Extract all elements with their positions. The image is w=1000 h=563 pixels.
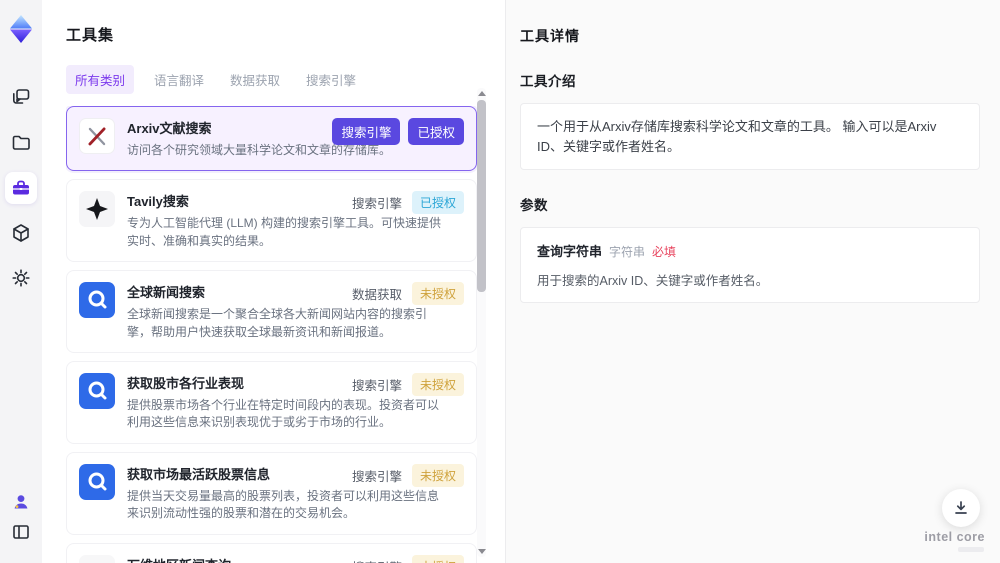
- category-tag: 搜索引擎: [332, 118, 401, 145]
- auth-status-badge: 未授权: [411, 554, 464, 563]
- intro-text: 一个用于从Arxiv存储库搜索科学论文和文章的工具。 输入可以是Arxiv ID…: [537, 119, 937, 154]
- sidebar-item-collapse[interactable]: [5, 516, 37, 548]
- tool-description: 提供股票市场各个行业在特定时间段内的表现。投资者可以利用这些信息来识别表现优于或…: [127, 397, 440, 430]
- detail-title: 工具详情: [520, 28, 580, 44]
- auth-status-badge: 未授权: [411, 463, 464, 487]
- arxiv-icon: [79, 118, 115, 154]
- tool-card-3[interactable]: 获取股市各行业表现 提供股票市场各个行业在特定时间段内的表现。投资者可以利用这些信…: [66, 360, 477, 444]
- param-desc: 用于搜索的Arxiv ID、关键字或作者姓名。: [537, 274, 769, 288]
- tool-tags: 搜索引擎 已授权: [332, 118, 464, 145]
- tool-tags: 搜索引擎未授权: [351, 463, 464, 487]
- sidebar-item-plugins[interactable]: [5, 217, 37, 249]
- auth-status-badge: 已授权: [408, 118, 464, 145]
- param-header: 查询字符串 字符串 必填: [537, 241, 963, 260]
- app-window: 工具集 所有类别 语言翻译 数据获取 搜索引擎 Arxiv文献搜索 访问各个研究领域大量…: [0, 0, 1000, 563]
- sidebar-item-user[interactable]: [5, 486, 37, 518]
- search-globe-icon: [79, 463, 115, 500]
- download-button[interactable]: [942, 489, 980, 527]
- tool-card-1[interactable]: Tavily搜索 专为人工智能代理 (LLM) 构建的搜索引擎工具。可快速提供实时…: [66, 179, 477, 263]
- category-tag: 搜索引擎: [351, 469, 402, 484]
- list-scrollbar[interactable]: [477, 88, 486, 557]
- app-logo: [8, 14, 34, 44]
- param-required-flag: 必填: [652, 245, 677, 259]
- panel-layout-icon: [13, 525, 29, 539]
- cube-icon: [13, 224, 29, 242]
- toolbox-icon: [13, 180, 29, 195]
- tab-1[interactable]: 语言翻译: [154, 70, 204, 89]
- gear-icon: [12, 269, 30, 287]
- page-title: 工具集: [66, 27, 115, 44]
- tool-tags: 搜索引擎 已授权: [351, 191, 464, 215]
- tool-card-2[interactable]: 全球新闻搜索 全球新闻搜索是一个聚合全球各大新闻网站内容的搜索引擎，帮助用户快速获…: [66, 270, 477, 353]
- sidebar-item-chat[interactable]: [5, 81, 37, 113]
- detail-panel: 工具详情 工具介绍 一个用于从Arxiv存储库搜索科学论文和文章的工具。 输入可…: [506, 0, 1000, 563]
- tools-panel: 工具集 所有类别 语言翻译 数据获取 搜索引擎 Arxiv文献搜索 访问各个研究领域大量…: [42, 0, 506, 563]
- auth-status-badge: 已授权: [411, 191, 464, 215]
- tool-card-0[interactable]: Arxiv文献搜索 访问各个研究领域大量科学论文和文章的存储库。 搜索引擎 已授权: [66, 106, 477, 172]
- auth-status-badge: 未授权: [411, 372, 464, 396]
- tab-2[interactable]: 数据获取: [230, 70, 280, 89]
- intel-core-logo: intel core: [924, 530, 985, 544]
- tool-card-5[interactable]: 万维地区新闻查询查询具体行政区划内的新闻，快速了解各地新闻动搜索引擎未授权: [66, 542, 477, 563]
- sidebar-item-tools[interactable]: [5, 172, 37, 204]
- sidebar-item-files[interactable]: [5, 127, 37, 159]
- category-tabs: 所有类别 语言翻译 数据获取 搜索引擎: [66, 65, 505, 94]
- tool-tags: 搜索引擎未授权: [351, 372, 464, 396]
- search-globe-icon: [79, 282, 115, 319]
- sidebar: [0, 0, 42, 563]
- download-icon: [955, 501, 967, 514]
- tool-description: 专为人工智能代理 (LLM) 构建的搜索引擎工具。可快速提供实时、准确和真实的结…: [127, 216, 442, 248]
- tool-description: 全球新闻搜索是一个聚合全球各大新闻网站内容的搜索引擎，帮助用户快速获取全球最新资…: [127, 307, 428, 339]
- intel-core-sub-mark: [958, 547, 984, 552]
- category-tag: 搜索引擎: [351, 378, 402, 393]
- category-tag: 数据获取: [351, 288, 402, 303]
- category-tag: 搜索引擎: [351, 197, 402, 212]
- param-type: 字符串: [609, 245, 646, 259]
- tool-tags: 搜索引擎 未授权: [352, 554, 464, 563]
- scroll-up-arrow-icon[interactable]: [478, 91, 486, 96]
- scrollbar-thumb[interactable]: [477, 100, 486, 292]
- tavily-icon: [79, 191, 115, 228]
- params-heading: 参数: [520, 198, 548, 213]
- tool-description: 提供当天交易量最高的股票列表，投资者可以利用这些信息来识别流动性强的股票和潜在的…: [127, 488, 440, 521]
- param-box: 查询字符串 字符串 必填 用于搜索的Arxiv ID、关键字或作者姓名。: [520, 227, 980, 303]
- search-globe-icon: [79, 372, 115, 409]
- folder-icon: [12, 135, 30, 150]
- tab-3[interactable]: 搜索引擎: [306, 70, 356, 89]
- tab-0[interactable]: 所有类别: [66, 65, 135, 94]
- scroll-down-arrow-icon[interactable]: [478, 549, 486, 554]
- tool-list: Arxiv文献搜索 访问各个研究领域大量科学论文和文章的存储库。 搜索引擎 已授权 Ta…: [66, 106, 477, 563]
- user-avatar-icon: [14, 495, 28, 509]
- intro-box: 一个用于从Arxiv存储库搜索科学论文和文章的工具。 输入可以是Arxiv ID…: [520, 103, 980, 170]
- intro-heading: 工具介绍: [520, 74, 576, 89]
- auth-status-badge: 未授权: [411, 282, 464, 306]
- tool-card-4[interactable]: 获取市场最活跃股票信息 提供当天交易量最高的股票列表，投资者可以利用这些信息来识别…: [66, 451, 477, 535]
- tool-tags: 数据获取 未授权: [351, 282, 464, 306]
- chat-icon: [13, 89, 30, 104]
- diamond-logo-icon: [10, 15, 32, 43]
- param-name: 查询字符串: [537, 244, 603, 259]
- category-tag: 搜索引擎: [352, 557, 402, 563]
- sidebar-item-settings[interactable]: [5, 262, 37, 294]
- newspaper-icon: [79, 554, 115, 563]
